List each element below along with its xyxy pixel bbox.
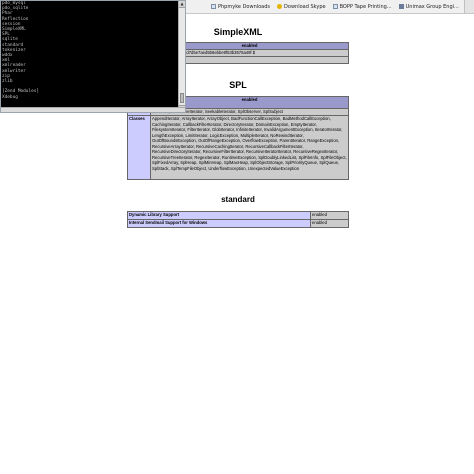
scroll-up-icon[interactable]: ▲ [179, 1, 185, 8]
bookmark-phpmyke-downloads[interactable]: Phpmyke Downloads [211, 4, 270, 10]
page-icon [332, 4, 338, 9]
table-cell: Classes [127, 115, 151, 180]
gear-icon [277, 4, 283, 9]
grid-icon [398, 4, 404, 9]
bookmark-label: Download Skype [284, 3, 326, 10]
bookmark-unimax-group[interactable]: Unimax Group Engi... [398, 3, 459, 10]
bookmarks-bar: Phpmyke Downloads Download Skype BOPP Ta… [185, 0, 474, 14]
bookmark-bopp-tape[interactable]: BOPP Tape Printing... [332, 3, 392, 10]
table-cell: AppendIterator, ArrayIterator, ArrayObje… [150, 115, 349, 180]
bookmark-label: Phpmyke Downloads [218, 3, 271, 10]
table-cell: enabled [310, 219, 349, 228]
table-cell: enabled [310, 211, 349, 220]
table-cell: Dynamic Library Support [127, 211, 311, 220]
console-output: pdo_mysql pdo_sqlite Phar Reflection session… [2, 1, 180, 112]
console-scrollbar[interactable]: ▲ ▼ [178, 1, 185, 112]
standard-title: standard [221, 195, 255, 204]
page-icon [211, 4, 216, 9]
table-cell: Internal Sendmail Support for Windows [127, 219, 311, 228]
standard-table: Dynamic Library Support enabled Internal… [127, 211, 349, 228]
console-window[interactable]: pdo_mysql pdo_sqlite Phar Reflection session… [0, 0, 186, 113]
scroll-thumb[interactable] [180, 93, 184, 103]
page-scrollbar-stub[interactable] [464, 0, 474, 13]
bookmark-download-skype[interactable]: Download Skype [277, 4, 326, 10]
bookmark-label: BOPP Tape Printing... [339, 3, 392, 10]
bookmark-label: Unimax Group Engi... [405, 3, 459, 10]
console-horizontal-scrollbar[interactable] [1, 107, 185, 112]
